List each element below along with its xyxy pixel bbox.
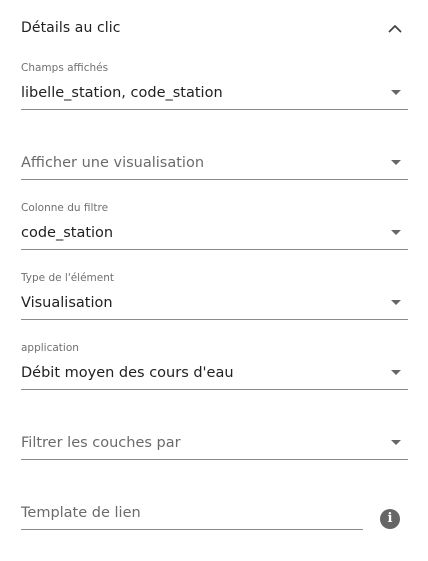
click-details-panel: Détails au clic Champs affichés libelle_… xyxy=(0,0,428,561)
displayed-fields-label: Champs affichés xyxy=(21,62,109,74)
caret-down-icon[interactable] xyxy=(391,230,401,235)
caret-down-icon[interactable] xyxy=(391,90,401,95)
section-header[interactable]: Détails au clic xyxy=(21,16,407,40)
application-value: Débit moyen des cours d'eau xyxy=(21,365,234,381)
element-type-value: Visualisation xyxy=(21,295,113,311)
filter-layers-placeholder: Filtrer les couches par xyxy=(21,435,181,451)
caret-down-icon[interactable] xyxy=(391,300,401,305)
filter-column-select[interactable]: Colonne du filtre code_station xyxy=(21,202,408,250)
link-template-placeholder: Template de lien xyxy=(21,505,141,521)
element-type-label: Type de l'élément xyxy=(21,272,115,284)
displayed-fields-select[interactable]: Champs affichés libelle_station, code_st… xyxy=(21,62,408,110)
info-icon[interactable]: i xyxy=(380,509,400,529)
application-label: application xyxy=(21,342,79,354)
filter-layers-select[interactable]: Filtrer les couches par xyxy=(21,412,408,460)
element-type-select[interactable]: Type de l'élément Visualisation xyxy=(21,272,408,320)
chevron-up-icon[interactable] xyxy=(383,16,407,40)
section-title: Détails au clic xyxy=(21,20,121,36)
displayed-fields-value: libelle_station, code_station xyxy=(21,85,223,101)
show-visualisation-select[interactable]: Afficher une visualisation xyxy=(21,132,408,180)
link-template-input[interactable]: Template de lien xyxy=(21,482,363,530)
caret-down-icon[interactable] xyxy=(391,160,401,165)
show-visualisation-placeholder: Afficher une visualisation xyxy=(21,155,205,171)
caret-down-icon[interactable] xyxy=(391,440,401,445)
filter-column-label: Colonne du filtre xyxy=(21,202,109,214)
filter-column-value: code_station xyxy=(21,225,114,241)
application-select[interactable]: application Débit moyen des cours d'eau xyxy=(21,342,408,390)
caret-down-icon[interactable] xyxy=(391,370,401,375)
